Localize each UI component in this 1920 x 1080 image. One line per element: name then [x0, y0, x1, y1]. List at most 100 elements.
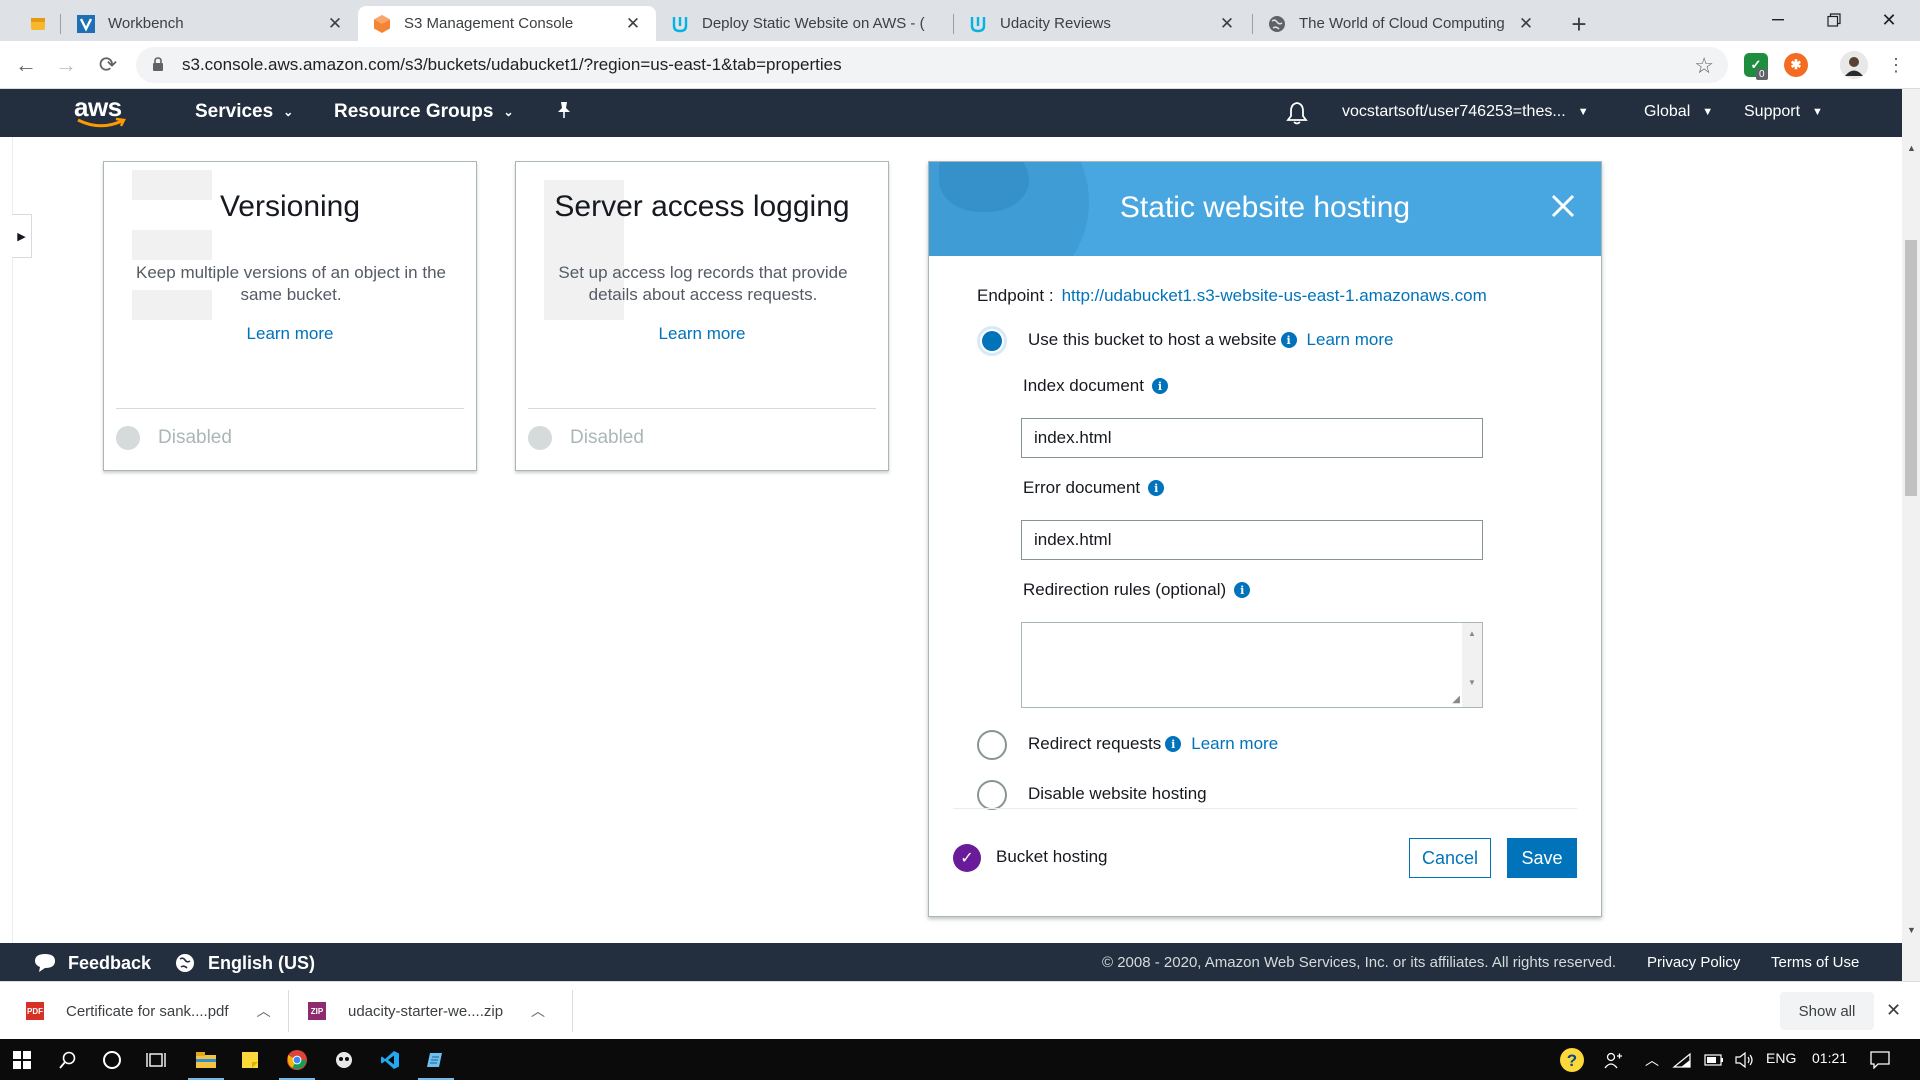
redirect-requests-option: Redirect requests i Learn more: [1028, 734, 1279, 754]
expand-sidebar-arrow-icon[interactable]: ▶: [12, 214, 32, 258]
minimize-icon[interactable]: [1747, 0, 1809, 40]
redirection-rules-textarea[interactable]: ▲ ▼ ◢: [1021, 622, 1483, 708]
tab-world-of-cloud[interactable]: The World of Cloud Computing ✕: [1253, 6, 1549, 41]
info-icon[interactable]: i: [1165, 736, 1182, 752]
learn-more-link[interactable]: Learn more: [104, 324, 476, 344]
file-explorer-icon[interactable]: [184, 1039, 228, 1080]
sticky-notes-icon[interactable]: [228, 1039, 272, 1080]
server-access-logging-card[interactable]: Server access logging Set up access log …: [515, 161, 889, 471]
download-item[interactable]: PDF Certificate for sank....pdf ︿: [26, 982, 271, 1040]
udacity-icon: [968, 14, 988, 34]
browser-tab-strip: Workbench ✕ S3 Management Console ✕ Depl…: [0, 0, 1920, 41]
learn-more-link[interactable]: Learn more: [516, 324, 888, 344]
windows-start-icon[interactable]: [0, 1039, 44, 1080]
globe-icon: [1267, 14, 1287, 34]
host-website-radio[interactable]: [977, 326, 1007, 356]
cortana-icon[interactable]: [90, 1039, 134, 1080]
search-icon[interactable]: [46, 1039, 90, 1080]
versioning-card[interactable]: Versioning Keep multiple versions of an …: [103, 161, 477, 471]
close-icon[interactable]: [1547, 190, 1579, 222]
browser-menu-icon[interactable]: ⋮: [1882, 51, 1910, 79]
info-icon[interactable]: i: [1280, 332, 1297, 348]
info-icon[interactable]: i: [1234, 582, 1251, 598]
disable-hosting-radio[interactable]: [977, 780, 1007, 810]
close-icon[interactable]: ✕: [624, 14, 642, 33]
profile-avatar[interactable]: [1840, 51, 1868, 79]
task-view-icon[interactable]: [134, 1039, 178, 1080]
feedback-link[interactable]: Feedback: [34, 952, 151, 974]
index-document-input[interactable]: index.html: [1021, 418, 1483, 458]
scroll-up-arrow-icon[interactable]: ▲: [1907, 143, 1916, 153]
tab-s3-console[interactable]: S3 Management Console ✕: [358, 6, 656, 41]
page-scrollbar[interactable]: ▲ ▼: [1902, 89, 1920, 981]
lock-icon: [152, 56, 174, 74]
tab-title: The World of Cloud Computing: [1299, 15, 1505, 32]
back-arrow-icon[interactable]: ←: [12, 51, 40, 79]
volume-icon[interactable]: [1722, 1039, 1766, 1080]
chrome-icon[interactable]: [275, 1039, 319, 1080]
tab-deploy-static-website[interactable]: Deploy Static Website on AWS - (: [656, 6, 952, 41]
bookmark-star-icon[interactable]: ☆: [1694, 53, 1714, 79]
restore-icon[interactable]: [1803, 0, 1865, 40]
clock[interactable]: 01:21: [1812, 1050, 1847, 1066]
help-question-icon[interactable]: ?: [1550, 1039, 1594, 1080]
tab-title: Workbench: [108, 15, 184, 32]
close-icon[interactable]: ✕: [1517, 14, 1535, 33]
endpoint-link[interactable]: http://udabucket1.s3-website-us-east-1.a…: [1062, 286, 1487, 306]
region-menu[interactable]: Global ▼: [1644, 103, 1713, 121]
status-indicator: Disabled: [116, 426, 232, 450]
redirect-requests-radio[interactable]: [977, 730, 1007, 760]
download-item[interactable]: ZIP udacity-starter-we....zip ︿: [308, 982, 545, 1040]
close-icon[interactable]: ✕: [326, 14, 344, 33]
chevron-up-icon[interactable]: ︿: [257, 1001, 271, 1021]
notepad-icon[interactable]: [414, 1039, 458, 1080]
textarea-scrollbar[interactable]: ▲ ▼: [1462, 623, 1482, 707]
notifications-icon[interactable]: [1858, 1039, 1902, 1080]
caret-down-icon: ▼: [1812, 106, 1823, 118]
card-divider: [528, 408, 876, 409]
speech-bubble-icon: [34, 952, 56, 974]
resource-groups-menu[interactable]: Resource Groups ⌄: [334, 101, 514, 123]
extension-orange-icon[interactable]: ✱: [1784, 53, 1808, 77]
tab-pinned-aws[interactable]: [14, 6, 60, 41]
aws-s3-icon: [372, 14, 392, 34]
learn-more-link[interactable]: Learn more: [1191, 734, 1278, 754]
privacy-policy-link[interactable]: Privacy Policy: [1647, 954, 1740, 971]
notifications-bell-icon[interactable]: [1286, 101, 1308, 125]
language-selector[interactable]: English (US): [174, 952, 315, 974]
scrollbar-thumb[interactable]: [1905, 240, 1917, 496]
tab-workbench[interactable]: Workbench ✕: [62, 6, 358, 41]
save-button[interactable]: Save: [1507, 838, 1577, 878]
chevron-up-icon[interactable]: ︿: [531, 1001, 545, 1021]
forward-arrow-icon[interactable]: →: [52, 51, 80, 79]
support-menu[interactable]: Support ▼: [1744, 103, 1823, 121]
close-icon[interactable]: ✕: [1886, 1000, 1901, 1021]
info-icon[interactable]: i: [1148, 480, 1165, 496]
cancel-button[interactable]: Cancel: [1409, 838, 1491, 878]
resize-handle-icon[interactable]: ◢: [1452, 694, 1460, 705]
download-filename: Certificate for sank....pdf: [66, 1002, 229, 1020]
terms-of-use-link[interactable]: Terms of Use: [1771, 954, 1859, 971]
chevron-down-icon: ⌄: [503, 105, 514, 119]
account-menu[interactable]: vocstartsoft/user746253=thes... ▼: [1342, 103, 1589, 121]
address-bar[interactable]: s3.console.aws.amazon.com/s3/buckets/uda…: [136, 47, 1728, 83]
new-tab-plus-icon[interactable]: +: [1563, 8, 1595, 40]
scroll-down-arrow-icon[interactable]: ▼: [1907, 925, 1916, 935]
close-icon[interactable]: ✕: [1218, 14, 1236, 33]
error-document-input[interactable]: index.html: [1021, 520, 1483, 560]
tab-udacity-reviews[interactable]: Udacity Reviews ✕: [954, 6, 1250, 41]
input-language[interactable]: ENG: [1766, 1050, 1796, 1066]
window-close-icon[interactable]: ✕: [1858, 0, 1920, 40]
aws-logo[interactable]: aws: [74, 94, 130, 131]
windows-taskbar: ? ︿ ENG 01:21: [0, 1039, 1920, 1080]
zip-archive-icon: ZIP: [308, 1002, 326, 1020]
vscode-icon[interactable]: [368, 1039, 412, 1080]
show-all-downloads-button[interactable]: Show all: [1780, 992, 1874, 1030]
learn-more-link[interactable]: Learn more: [1307, 330, 1394, 350]
info-icon[interactable]: i: [1151, 378, 1168, 394]
pin-icon[interactable]: [556, 101, 572, 119]
reload-icon[interactable]: ⟳: [94, 51, 122, 79]
game-controller-icon[interactable]: [322, 1039, 366, 1080]
page-content: ▶ Versioning Keep multiple versions of a…: [0, 137, 1902, 943]
services-menu[interactable]: Services ⌄: [195, 101, 293, 123]
